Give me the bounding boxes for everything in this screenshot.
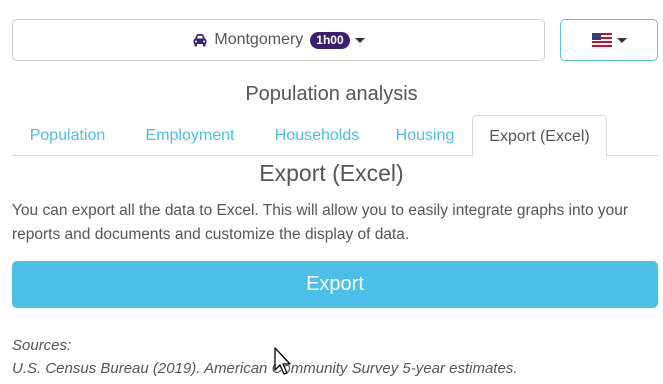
chevron-down-icon <box>616 37 627 43</box>
tab-employment[interactable]: Employment <box>125 115 255 156</box>
page-title: Population analysis <box>245 83 418 105</box>
chevron-down-icon <box>354 37 365 43</box>
tab-bar: Population Employment Households Housing… <box>12 115 658 157</box>
export-description: You can export all the data to Excel. Th… <box>12 202 629 243</box>
tab-export-excel[interactable]: Export (Excel) <box>472 115 607 157</box>
location-name: Montgomery <box>214 31 304 48</box>
export-heading: Export (Excel) <box>259 160 404 186</box>
tab-housing[interactable]: Housing <box>379 115 471 156</box>
page: Montgomery 1h00 Population analysis Popu… <box>0 0 663 384</box>
location-dropdown[interactable]: Montgomery 1h00 <box>12 19 545 61</box>
sources: Sources: U.S. Census Bureau (2019). Amer… <box>12 334 658 380</box>
car-icon <box>193 34 207 47</box>
language-dropdown[interactable] <box>560 19 658 61</box>
mouse-pointer-icon <box>274 347 291 375</box>
sources-line: U.S. Census Bureau (2019). American Comm… <box>12 360 518 377</box>
sources-heading: Sources: <box>12 337 72 354</box>
us-flag-icon <box>591 33 612 47</box>
tab-population[interactable]: Population <box>12 115 123 156</box>
tab-households[interactable]: Households <box>257 115 377 156</box>
travel-time-badge: 1h00 <box>310 31 350 49</box>
export-button[interactable]: Export <box>12 261 658 308</box>
